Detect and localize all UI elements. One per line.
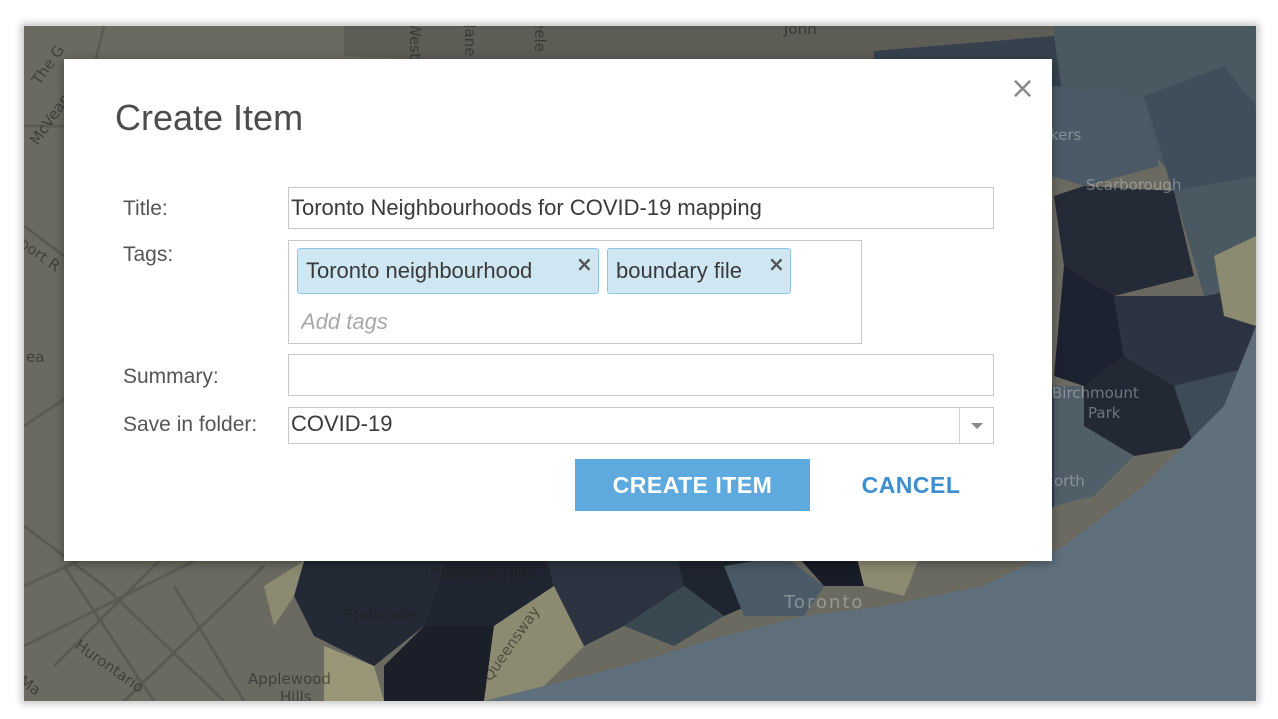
chevron-down-icon[interactable] (959, 408, 993, 443)
cancel-button[interactable]: CANCEL (834, 459, 988, 511)
summary-label: Summary: (123, 365, 219, 388)
map-label-john: John (784, 26, 817, 38)
create-item-button[interactable]: CREATE ITEM (575, 459, 810, 511)
map-label-kers: kers (1050, 126, 1082, 144)
title-label: Title: (123, 197, 168, 220)
map-label-hills: Hills (280, 688, 312, 701)
title-input[interactable] (288, 187, 994, 229)
tag-chip: boundary file × (607, 248, 791, 294)
close-icon[interactable]: × (768, 247, 785, 281)
close-icon[interactable]: × (1010, 74, 1035, 104)
map-label-keele: eele (531, 26, 549, 52)
create-item-dialog: × Create Item Title: Tags: Toronto neigh… (64, 59, 1052, 561)
folder-value: COVID-19 (291, 411, 393, 436)
map-label-birchmount: Birchmount (1052, 384, 1139, 402)
tags-field[interactable]: Toronto neighbourhood × boundary file × (288, 240, 862, 344)
tag-label: Toronto neighbourhood (306, 258, 533, 283)
map-label-etobicoke: Etobicoke (344, 606, 418, 624)
tags-label: Tags: (123, 243, 174, 266)
tag-label: boundary file (616, 258, 742, 283)
map-label-park: Park (1088, 404, 1121, 422)
add-tags-input[interactable] (299, 305, 843, 339)
map-label-jane: Jane (461, 26, 479, 57)
map-label-chestnut-hills: Chestnut Hills (430, 566, 535, 584)
close-icon[interactable]: × (576, 247, 593, 281)
summary-input[interactable] (288, 354, 994, 396)
map-label-applewood: Applewood (248, 670, 331, 688)
map-label-scarborough: Scarborough (1086, 176, 1182, 194)
folder-label: Save in folder: (123, 413, 258, 436)
map-label-north: orth (1054, 472, 1085, 490)
map-label-west: West (406, 26, 424, 59)
map-label-toronto: Toronto (784, 592, 865, 613)
dialog-title: Create Item (115, 97, 304, 138)
folder-select[interactable]: COVID-19 (288, 407, 994, 444)
map-label-ea: ea (26, 348, 45, 366)
tag-chip: Toronto neighbourhood × (297, 248, 599, 294)
